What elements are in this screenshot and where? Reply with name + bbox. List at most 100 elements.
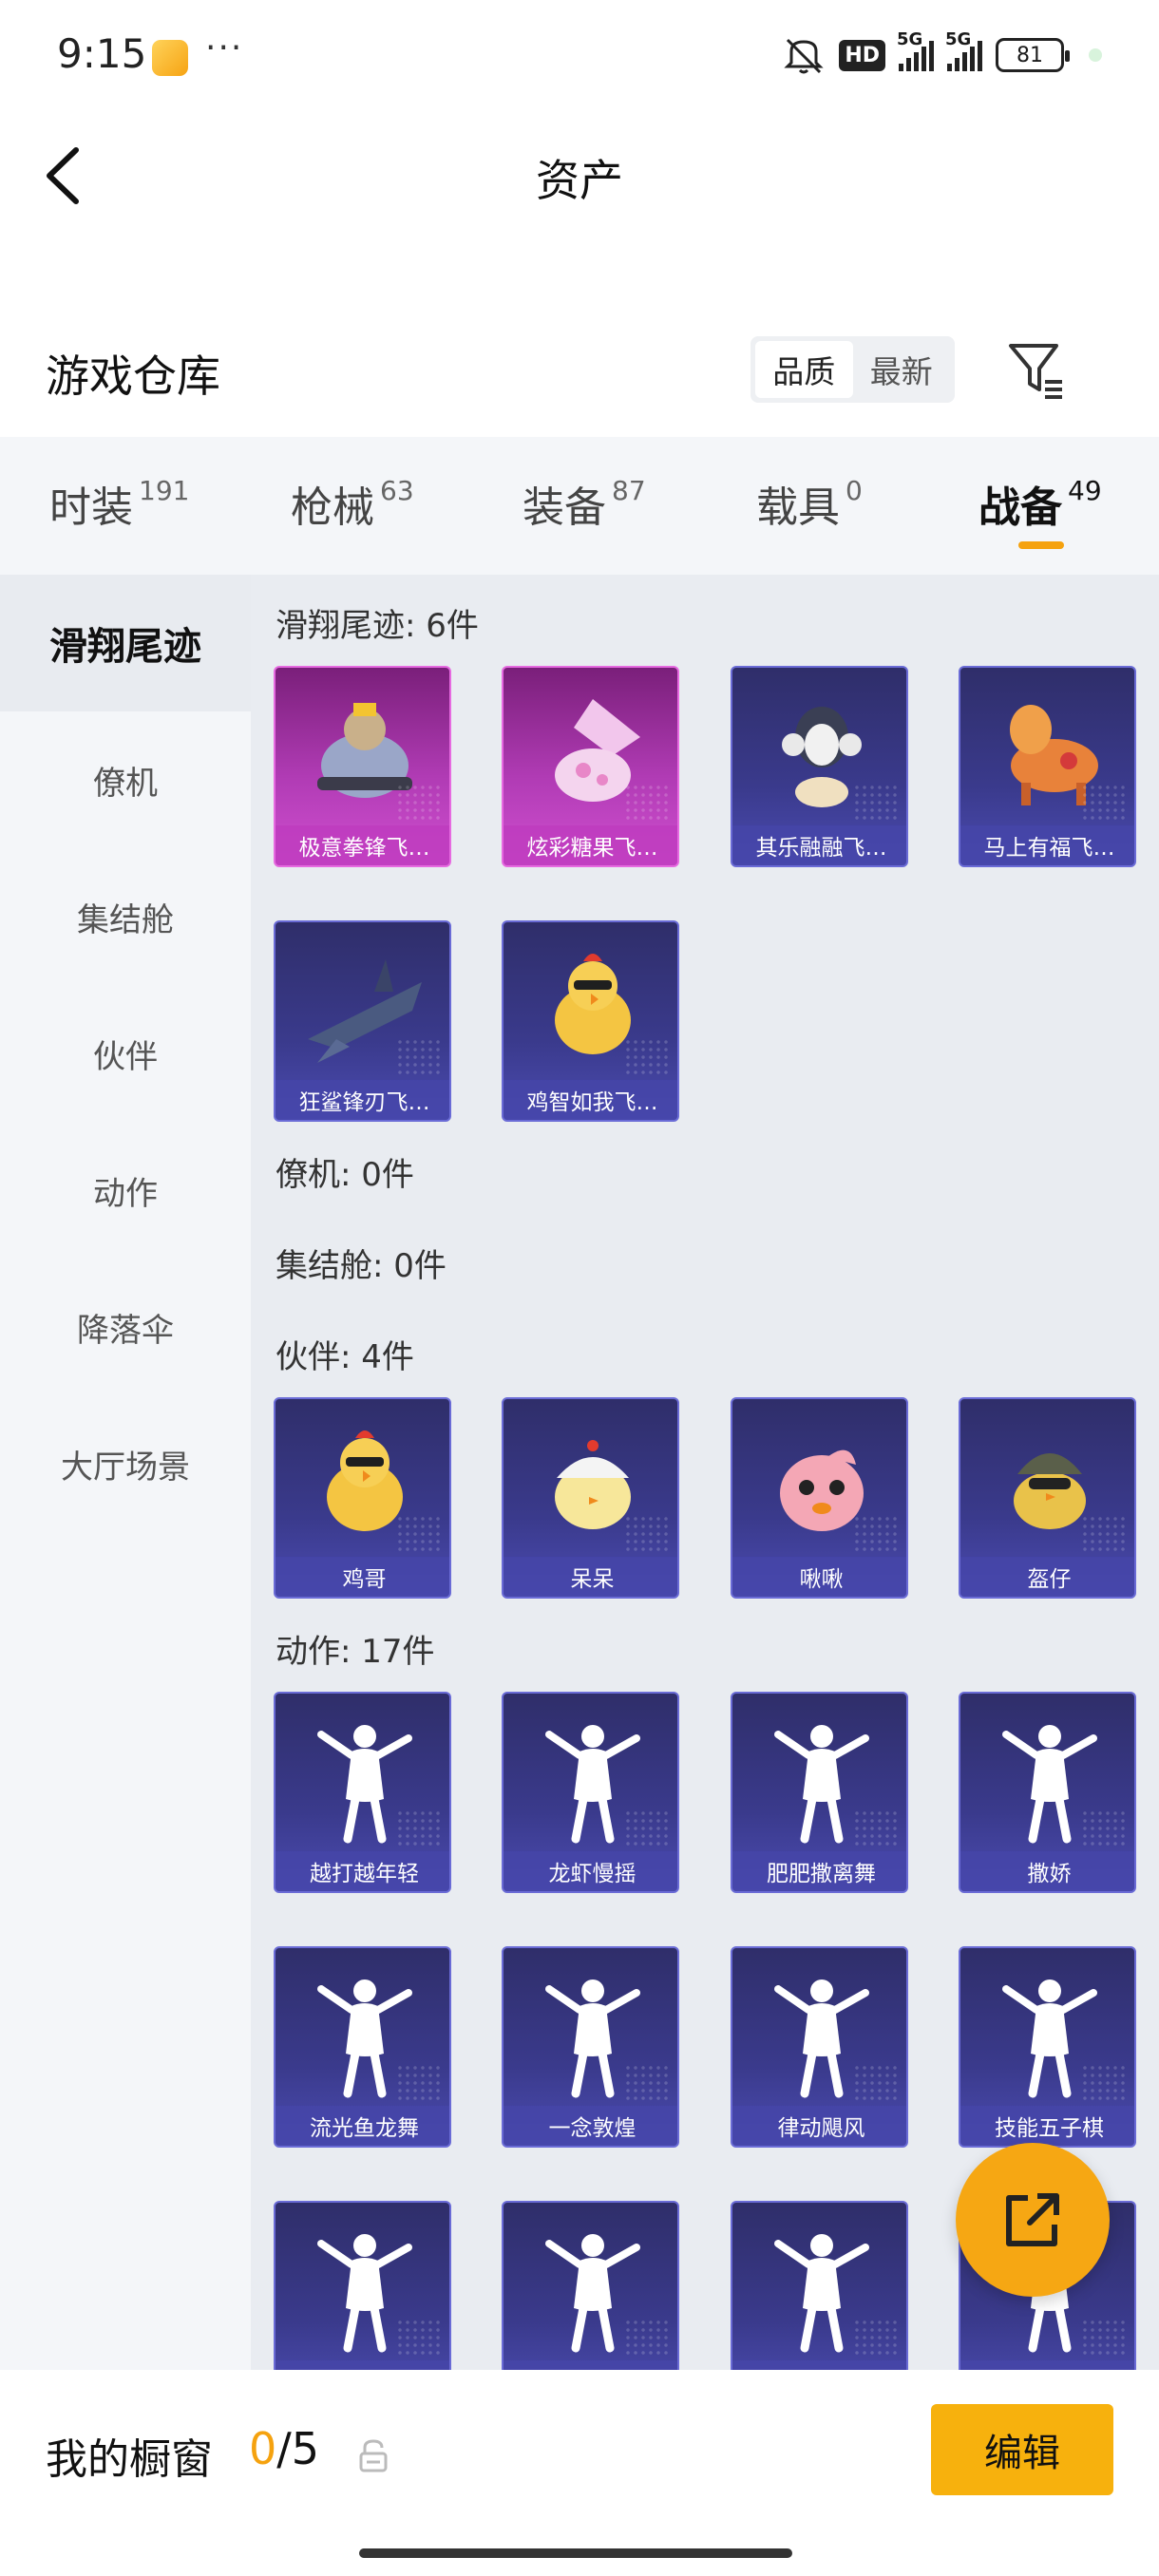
status-bar: 9:15 ··· HD 5G 5G 81: [0, 0, 1159, 104]
tab-count: 0: [846, 475, 863, 506]
showcase-max: 5: [291, 2423, 320, 2474]
emote-item-label: [960, 2360, 1134, 2370]
emote-item-card[interactable]: 技能五子棋: [959, 1946, 1136, 2148]
emote-item-label: 技能五子棋: [960, 2106, 1134, 2146]
side-nav: 滑翔尾迹 僚机 集结舱 伙伴 动作 降落伞 大厅场景: [0, 575, 251, 2370]
emote-item-card[interactable]: 撒娇: [959, 1692, 1136, 1893]
partner-item-card[interactable]: 啾啾: [731, 1397, 908, 1599]
sort-latest-button[interactable]: 最新: [853, 341, 951, 398]
card-pattern: [396, 1038, 444, 1076]
partner-item-card[interactable]: 呆呆: [502, 1397, 679, 1599]
tab-count: 87: [612, 475, 646, 506]
sidenav-item-assembly-pod[interactable]: 集结舱: [0, 848, 251, 985]
tab-label: 枪械: [291, 483, 374, 532]
tab-vehicles[interactable]: 载具 0: [756, 473, 863, 534]
tab-fashion[interactable]: 时装 191: [49, 473, 189, 534]
partner-item-label: 啾啾: [732, 1557, 906, 1597]
emote-item-card[interactable]: 龙虾慢摇: [502, 1692, 679, 1893]
item-grid-area: 滑翔尾迹: 6件 极意拳锋飞… 炫彩糖果飞… 其乐融融飞… 马上有福飞… 狂鲨锋刃飞… 鸡…: [251, 575, 1159, 2370]
sort-quality-button[interactable]: 品质: [755, 341, 853, 398]
tab-label: 载具: [756, 483, 840, 532]
card-pattern: [624, 1515, 672, 1553]
emote-item-card[interactable]: 律动飓风: [731, 1946, 908, 2148]
glide-trail-item-label: 鸡智如我飞…: [504, 1080, 677, 1120]
filter-icon[interactable]: [1005, 338, 1068, 401]
partner-item-label: 盔仔: [960, 1557, 1134, 1597]
emote-item-card[interactable]: 流光鱼龙舞: [274, 1946, 451, 2148]
emote-item-card[interactable]: 越打越年轻: [274, 1692, 451, 1893]
glide-trail-item-card[interactable]: 鸡智如我飞…: [502, 920, 679, 1122]
home-indicator[interactable]: [359, 2548, 792, 2558]
section-title-emote: 动作: 17件: [276, 1633, 435, 1671]
emote-item-label: 越打越年轻: [276, 1851, 449, 1891]
emote-item-label: 一念敦煌: [504, 2106, 677, 2146]
emote-item-card[interactable]: 一念敦煌: [502, 1946, 679, 2148]
glide-trail-item-card[interactable]: 其乐融融飞…: [731, 666, 908, 867]
hd-voice-icon: HD: [839, 39, 885, 71]
active-tab-indicator: [1018, 541, 1064, 549]
glide-trail-item-card[interactable]: 狂鲨锋刃飞…: [274, 920, 451, 1122]
section-title-glide-trail: 滑翔尾迹: 6件: [276, 607, 479, 645]
tab-weapons[interactable]: 枪械 63: [291, 473, 414, 534]
card-pattern: [1081, 784, 1129, 822]
glide-trail-item-card[interactable]: 极意拳锋飞…: [274, 666, 451, 867]
tab-equipment[interactable]: 装备 87: [522, 473, 646, 534]
showcase-count: 0/5: [249, 2423, 319, 2474]
glide-trail-item-card[interactable]: 马上有福飞…: [959, 666, 1136, 867]
partner-item-label: 鸡哥: [276, 1557, 449, 1597]
card-pattern: [396, 1809, 444, 1847]
lock-icon: [359, 2439, 388, 2472]
partner-item-card[interactable]: 盔仔: [959, 1397, 1136, 1599]
glide-trail-item-label: 马上有福飞…: [960, 825, 1134, 865]
card-pattern: [396, 2064, 444, 2102]
page-title: 资产: [536, 155, 623, 206]
showcase-label: 我的橱窗: [46, 2435, 213, 2484]
emote-item-label: 流光鱼龙舞: [276, 2106, 449, 2146]
partner-item-card[interactable]: 鸡哥: [274, 1397, 451, 1599]
tab-count: 191: [139, 475, 190, 506]
warehouse-row: 游戏仓库 品质 最新: [0, 313, 1159, 427]
emote-item-label: [276, 2360, 449, 2370]
card-pattern: [396, 784, 444, 822]
sidenav-item-partner[interactable]: 伙伴: [0, 985, 251, 1122]
emote-item-card[interactable]: [502, 2201, 679, 2370]
more-notifications-icon: ···: [205, 28, 244, 67]
tab-label: 时装: [49, 483, 133, 532]
battery-level: 81: [1016, 43, 1043, 67]
emote-item-label: 肥肥撒离舞: [732, 1851, 906, 1891]
sidenav-item-emote[interactable]: 动作: [0, 1122, 251, 1259]
card-pattern: [624, 2319, 672, 2357]
card-pattern: [624, 2064, 672, 2102]
section-title-partner: 伙伴: 4件: [276, 1338, 414, 1376]
card-pattern: [853, 1515, 901, 1553]
tab-count: 63: [380, 475, 414, 506]
share-button[interactable]: [956, 2143, 1110, 2297]
emote-item-card[interactable]: [274, 2201, 451, 2370]
card-pattern: [853, 2064, 901, 2102]
tab-count: 49: [1068, 475, 1102, 506]
card-pattern: [624, 1038, 672, 1076]
app-header: 资产: [0, 104, 1159, 247]
section-title-wingman: 僚机: 0件: [276, 1156, 414, 1194]
glide-trail-item-card[interactable]: 炫彩糖果飞…: [502, 666, 679, 867]
card-pattern: [853, 1809, 901, 1847]
card-pattern: [396, 1515, 444, 1553]
sidenav-item-wingman[interactable]: 僚机: [0, 711, 251, 848]
edit-button[interactable]: 编辑: [931, 2404, 1113, 2495]
emote-item-label: 律动飓风: [732, 2106, 906, 2146]
signal-icon-2: 5G: [945, 29, 982, 71]
tab-label: 装备: [522, 483, 606, 532]
sidenav-item-lobby-scene[interactable]: 大厅场景: [0, 1395, 251, 1532]
card-pattern: [1081, 2064, 1129, 2102]
showcase-current: 0: [249, 2423, 277, 2474]
card-pattern: [396, 2319, 444, 2357]
tab-combat-gear[interactable]: 战备 49: [978, 473, 1102, 534]
partner-item-label: 呆呆: [504, 1557, 677, 1597]
emote-item-card[interactable]: 肥肥撒离舞: [731, 1692, 908, 1893]
emote-item-label: 撒娇: [960, 1851, 1134, 1891]
card-pattern: [624, 784, 672, 822]
card-pattern: [853, 784, 901, 822]
sidenav-item-parachute[interactable]: 降落伞: [0, 1259, 251, 1395]
sidenav-item-glide-trail[interactable]: 滑翔尾迹: [0, 575, 251, 711]
emote-item-card[interactable]: [731, 2201, 908, 2370]
